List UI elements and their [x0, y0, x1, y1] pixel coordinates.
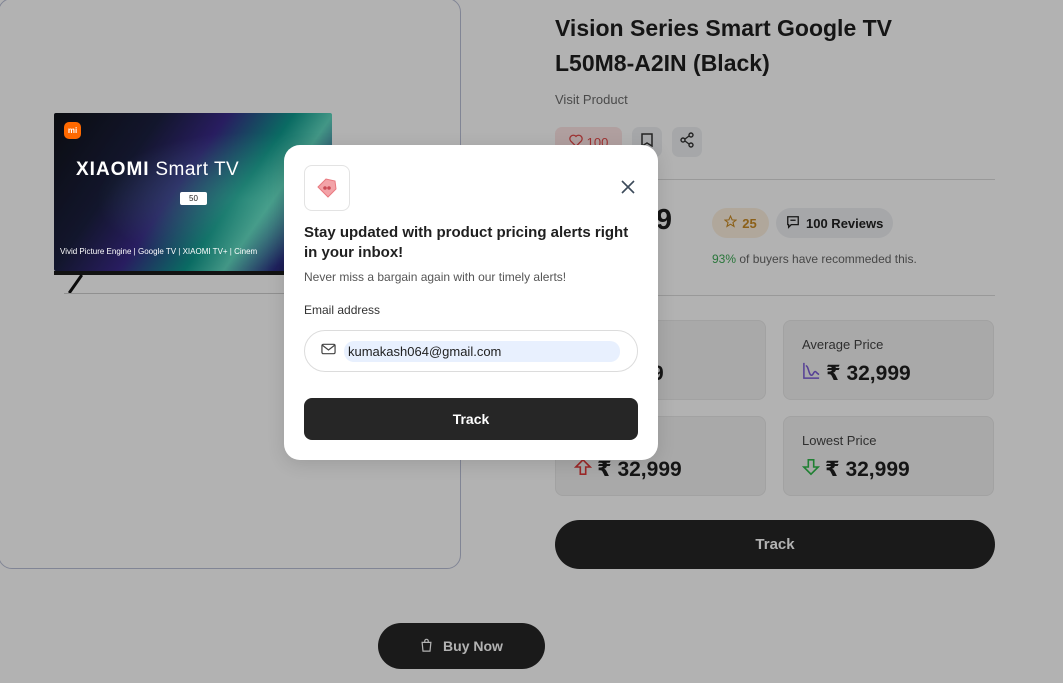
price-alert-modal: Stay updated with product pricing alerts… — [284, 145, 658, 460]
tv-feature-strip: Vivid Picture Engine | Google TV | XIAOM… — [60, 247, 258, 256]
modal-subtext: Never miss a bargain again with our time… — [304, 270, 567, 284]
close-icon[interactable] — [618, 177, 638, 197]
modal-heading: Stay updated with product pricing alerts… — [304, 224, 629, 261]
modal-track-button[interactable]: Track — [304, 398, 638, 440]
email-label: Email address — [304, 303, 381, 317]
mi-logo-icon: mi — [64, 122, 81, 139]
mail-icon — [321, 342, 336, 360]
tv-brand-text: XIAOMI Smart TV — [76, 159, 240, 180]
tv-size-badge: 50 — [180, 192, 207, 205]
email-field[interactable] — [344, 340, 620, 362]
price-tag-icon — [304, 165, 350, 211]
email-field-wrapper — [304, 330, 638, 372]
